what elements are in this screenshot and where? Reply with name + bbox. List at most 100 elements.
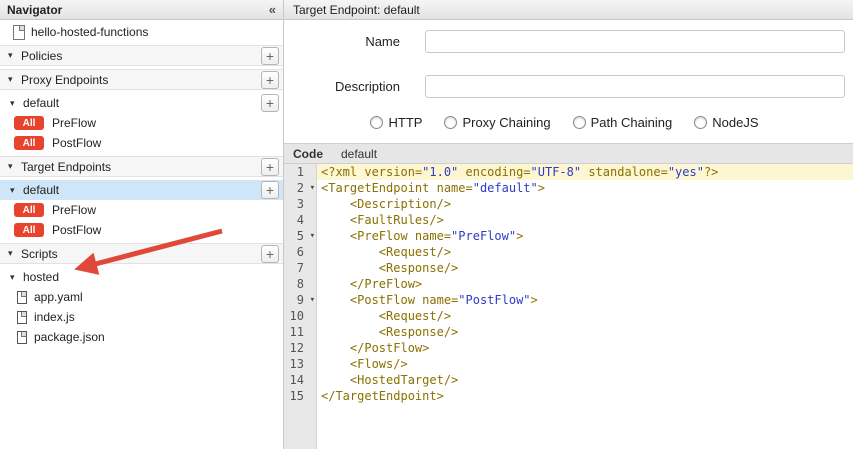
code-line[interactable]: <Description/> [317, 196, 853, 212]
gutter-line-number: 15 [284, 388, 316, 404]
navigator-tree: hello-hosted-functions ▾ Policies + ▾ Pr… [0, 20, 283, 449]
code-lines[interactable]: <?xml version="1.0" encoding="UTF-8" sta… [317, 164, 853, 449]
tree-item-target-postflow[interactable]: All PostFlow [0, 220, 283, 240]
all-badge: All [14, 223, 44, 237]
radio-icon [573, 116, 586, 129]
gutter-line-number: 13 [284, 356, 316, 372]
section-proxy-endpoints[interactable]: ▾ Proxy Endpoints + [0, 69, 283, 90]
file-icon [13, 25, 25, 40]
tree-item-package-json[interactable]: package.json [0, 327, 283, 347]
tree-item-label: PostFlow [52, 223, 101, 237]
collapse-panel-button[interactable]: « [269, 3, 276, 16]
navigator-header: Navigator « [0, 0, 283, 20]
code-line[interactable]: <HostedTarget/> [317, 372, 853, 388]
navigator-panel: Navigator « hello-hosted-functions ▾ Pol… [0, 0, 284, 449]
radio-nodejs[interactable]: NodeJS [694, 115, 758, 130]
section-label: Target Endpoints [21, 160, 261, 174]
description-input[interactable] [425, 75, 845, 98]
gutter-line-number[interactable]: 9▾ [284, 292, 316, 308]
file-icon [17, 331, 27, 344]
radio-label: NodeJS [712, 115, 758, 130]
tree-item-proxy-preflow[interactable]: All PreFlow [0, 113, 283, 133]
caret-down-icon[interactable]: ▾ [10, 98, 23, 109]
name-row: Name [284, 30, 845, 53]
code-line[interactable]: <?xml version="1.0" encoding="UTF-8" sta… [317, 164, 853, 180]
tree-item-app-yaml[interactable]: app.yaml [0, 287, 283, 307]
tree-item-hosted-folder[interactable]: ▾ hosted [0, 267, 283, 287]
radio-icon [444, 116, 457, 129]
gutter-line-number[interactable]: 2▾ [284, 180, 316, 196]
apigee-proxy-editor: Navigator « hello-hosted-functions ▾ Pol… [0, 0, 853, 449]
file-icon [17, 311, 27, 324]
code-line[interactable]: <Response/> [317, 324, 853, 340]
caret-down-icon[interactable]: ▾ [10, 185, 23, 196]
caret-down-icon[interactable]: ▾ [8, 161, 21, 172]
name-label: Name [284, 34, 425, 49]
gutter-line-number: 8 [284, 276, 316, 292]
radio-label: HTTP [388, 115, 422, 130]
code-line[interactable]: </PreFlow> [317, 276, 853, 292]
tree-item-label: PreFlow [52, 116, 96, 130]
code-line[interactable]: <Request/> [317, 308, 853, 324]
fold-toggle-icon[interactable]: ▾ [310, 228, 315, 244]
code-line[interactable]: <TargetEndpoint name="default"> [317, 180, 853, 196]
code-tab-label[interactable]: Code [293, 147, 323, 161]
section-policies[interactable]: ▾ Policies + [0, 45, 283, 66]
add-proxy-endpoint-button[interactable]: + [261, 71, 279, 89]
all-badge: All [14, 203, 44, 217]
caret-down-icon[interactable]: ▾ [8, 248, 21, 259]
navigator-title: Navigator [7, 3, 62, 17]
name-input[interactable] [425, 30, 845, 53]
code-line[interactable]: <Response/> [317, 260, 853, 276]
fold-toggle-icon[interactable]: ▾ [310, 292, 315, 308]
tree-item-proxy-postflow[interactable]: All PostFlow [0, 133, 283, 153]
tree-item-target-preflow[interactable]: All PreFlow [0, 200, 283, 220]
gutter-line-number: 11 [284, 324, 316, 340]
add-target-endpoint-button[interactable]: + [261, 158, 279, 176]
add-proxy-flow-button[interactable]: + [261, 94, 279, 112]
tree-item-index-js[interactable]: index.js [0, 307, 283, 327]
description-label: Description [284, 79, 425, 94]
gutter-line-number: 6 [284, 244, 316, 260]
tree-item-proxy-endpoint-default[interactable]: ▾ default + [0, 93, 283, 113]
tree-item-label: package.json [34, 330, 105, 344]
radio-proxy-chaining[interactable]: Proxy Chaining [444, 115, 550, 130]
code-line[interactable]: <PreFlow name="PreFlow"> [317, 228, 853, 244]
fold-toggle-icon[interactable]: ▾ [310, 180, 315, 196]
gutter-line-number: 3 [284, 196, 316, 212]
code-line[interactable]: <FaultRules/> [317, 212, 853, 228]
target-type-radio-group: HTTP Proxy Chaining Path Chaining NodeJS [284, 114, 845, 130]
gutter-line-number: 7 [284, 260, 316, 276]
caret-down-icon[interactable]: ▾ [8, 50, 21, 61]
code-line[interactable]: </TargetEndpoint> [317, 388, 853, 404]
gutter-line-number: 4 [284, 212, 316, 228]
section-label: Scripts [21, 247, 261, 261]
tree-item-label: PostFlow [52, 136, 101, 150]
radio-http[interactable]: HTTP [370, 115, 422, 130]
file-icon [17, 291, 27, 304]
code-line[interactable]: <Flows/> [317, 356, 853, 372]
add-target-flow-button[interactable]: + [261, 181, 279, 199]
endpoint-editor-panel: Target Endpoint: default Name Descriptio… [284, 0, 853, 449]
radio-path-chaining[interactable]: Path Chaining [573, 115, 673, 130]
radio-icon [694, 116, 707, 129]
tree-item-target-endpoint-default[interactable]: ▾ default + [0, 180, 283, 200]
tree-item-proxy-root[interactable]: hello-hosted-functions [0, 22, 283, 42]
section-target-endpoints[interactable]: ▾ Target Endpoints + [0, 156, 283, 177]
caret-down-icon[interactable]: ▾ [10, 272, 23, 283]
gutter-line-number[interactable]: 5▾ [284, 228, 316, 244]
description-row: Description [284, 75, 845, 98]
tree-item-label: default [23, 183, 261, 197]
code-line[interactable]: </PostFlow> [317, 340, 853, 356]
radio-icon [370, 116, 383, 129]
section-label: Proxy Endpoints [21, 73, 261, 87]
code-editor[interactable]: 12▾345▾6789▾101112131415 <?xml version="… [284, 164, 853, 449]
all-badge: All [14, 136, 44, 150]
code-line[interactable]: <Request/> [317, 244, 853, 260]
caret-down-icon[interactable]: ▾ [8, 74, 21, 85]
section-scripts[interactable]: ▾ Scripts + [0, 243, 283, 264]
code-header: Code default [284, 143, 853, 164]
add-policy-button[interactable]: + [261, 47, 279, 65]
add-script-button[interactable]: + [261, 245, 279, 263]
code-line[interactable]: <PostFlow name="PostFlow"> [317, 292, 853, 308]
